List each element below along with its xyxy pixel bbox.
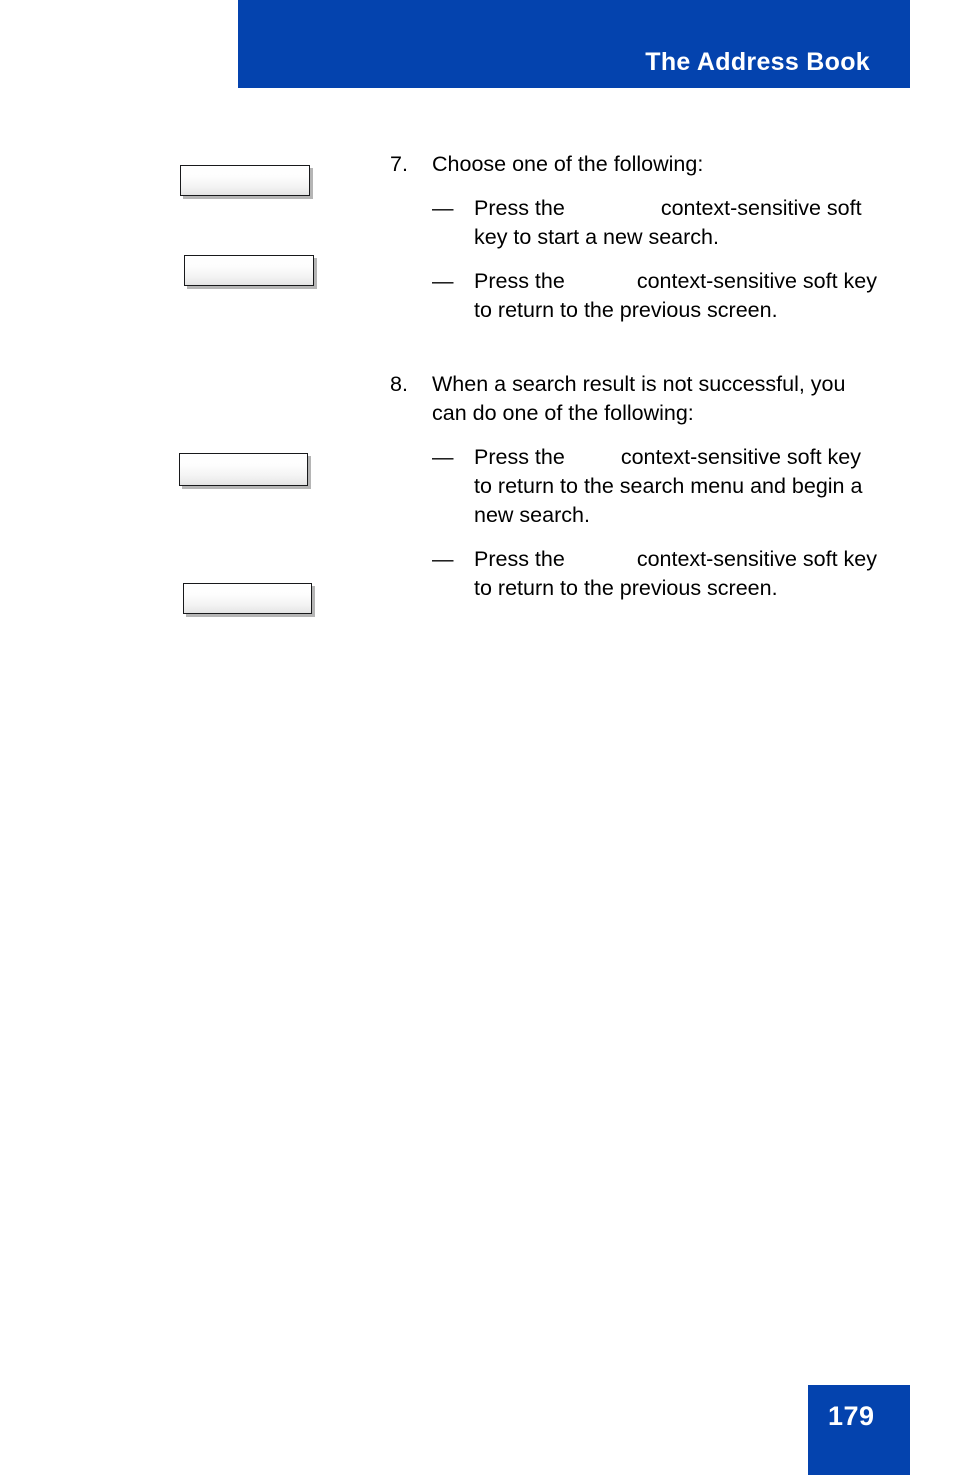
em-dash-bullet-icon: — — [432, 547, 454, 571]
em-dash-bullet-icon: — — [432, 196, 454, 220]
step-spacer — [390, 329, 880, 370]
inline-softkey-label-placeholder — [565, 463, 621, 464]
softkey-graphic-return — [183, 583, 312, 614]
procedure-body: 7. Choose one of the following: — Press th… — [390, 150, 880, 607]
softkey-graphic-quit — [180, 165, 310, 196]
inline-softkey-label-placeholder — [565, 214, 661, 215]
running-header-title: The Address Book — [645, 48, 870, 76]
step-body-text: Choose one of the following: — [432, 152, 704, 176]
step-8-bullet-1: — Press the context-sensitive soft key to … — [390, 443, 880, 530]
running-header-bar: The Address Book — [238, 0, 910, 88]
softkey-graphic-back — [184, 255, 314, 286]
step-8-bullet-2: — Press the context-sensitive soft key to … — [390, 545, 880, 603]
procedure-step-7: 7. Choose one of the following: — Press th… — [390, 150, 880, 325]
document-page: The Address Book 7. Choose one of the fol… — [0, 0, 954, 1475]
bullet-lead-text: Press the — [474, 547, 565, 571]
em-dash-bullet-icon: — — [432, 269, 454, 293]
bullet-lead-text: Press the — [474, 445, 565, 469]
page-number-badge: 179 — [808, 1385, 910, 1475]
step-body-text: When a search result is not successful, … — [432, 372, 846, 425]
step-text: 8. When a search result is not successful… — [390, 370, 880, 428]
bullet-lead-text: Press the — [474, 196, 565, 220]
inline-softkey-label-placeholder — [565, 565, 637, 566]
step-number: 7. — [390, 152, 408, 176]
inline-softkey-label-placeholder — [565, 287, 637, 288]
page-number: 179 — [828, 1401, 875, 1431]
procedure-step-8: 8. When a search result is not successful… — [390, 370, 880, 603]
step-7-bullet-2: — Press the context-sensitive soft key to … — [390, 267, 880, 325]
step-number: 8. — [390, 372, 408, 396]
softkey-graphic-retry — [179, 453, 308, 486]
step-text: 7. Choose one of the following: — [390, 150, 880, 179]
bullet-lead-text: Press the — [474, 269, 565, 293]
em-dash-bullet-icon: — — [432, 445, 454, 469]
step-7-bullet-1: — Press the context-sensitive soft key to … — [390, 194, 880, 252]
